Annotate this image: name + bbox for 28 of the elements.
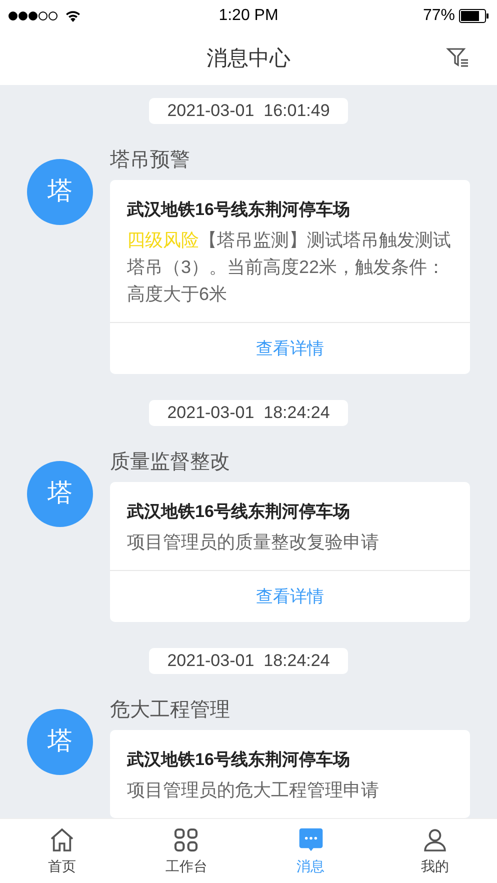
message-body: 四级风险【塔吊监测】测试塔吊触发测试塔吊（3）。当前高度22米，触发条件：高度大于6米 xyxy=(127,229,452,306)
grid-icon xyxy=(172,826,200,854)
risk-level: 四级风险 xyxy=(127,230,199,250)
message-body: 项目管理员的质量整改复验申请 xyxy=(127,531,380,554)
page-title: 消息中心 xyxy=(206,46,290,72)
signal-icon xyxy=(8,11,60,21)
wifi-icon xyxy=(64,9,82,23)
avatar: 塔 xyxy=(27,709,93,775)
battery-percent: 77% xyxy=(422,6,455,26)
message-body: 项目管理员的危大工程管理申请 xyxy=(127,779,380,802)
timestamp: 2021-03-01 16:01:49 xyxy=(149,98,348,124)
project-name: 武汉地铁16号线东荆河停车场 xyxy=(127,749,351,771)
message-category: 质量监督整改 xyxy=(110,450,231,475)
filter-icon xyxy=(446,46,470,70)
battery-icon xyxy=(459,9,489,23)
message-category: 危大工程管理 xyxy=(110,698,231,723)
message-category: 塔吊预警 xyxy=(110,148,191,173)
avatar: 塔 xyxy=(27,461,93,527)
timestamp: 2021-03-01 18:24:24 xyxy=(149,400,348,426)
project-name: 武汉地铁16号线东荆河停车场 xyxy=(127,501,351,523)
avatar: 塔 xyxy=(27,159,93,225)
tab-item[interactable]: 首页 xyxy=(0,826,124,876)
tab-item[interactable]: 工作台 xyxy=(124,826,248,876)
project-name: 武汉地铁16号线东荆河停车场 xyxy=(127,199,351,221)
clock-text: 1:20 PM xyxy=(218,6,278,26)
timestamp: 2021-03-01 18:24:24 xyxy=(149,648,348,674)
chat-icon xyxy=(296,826,325,854)
tab-item[interactable]: 我的 xyxy=(372,826,497,876)
